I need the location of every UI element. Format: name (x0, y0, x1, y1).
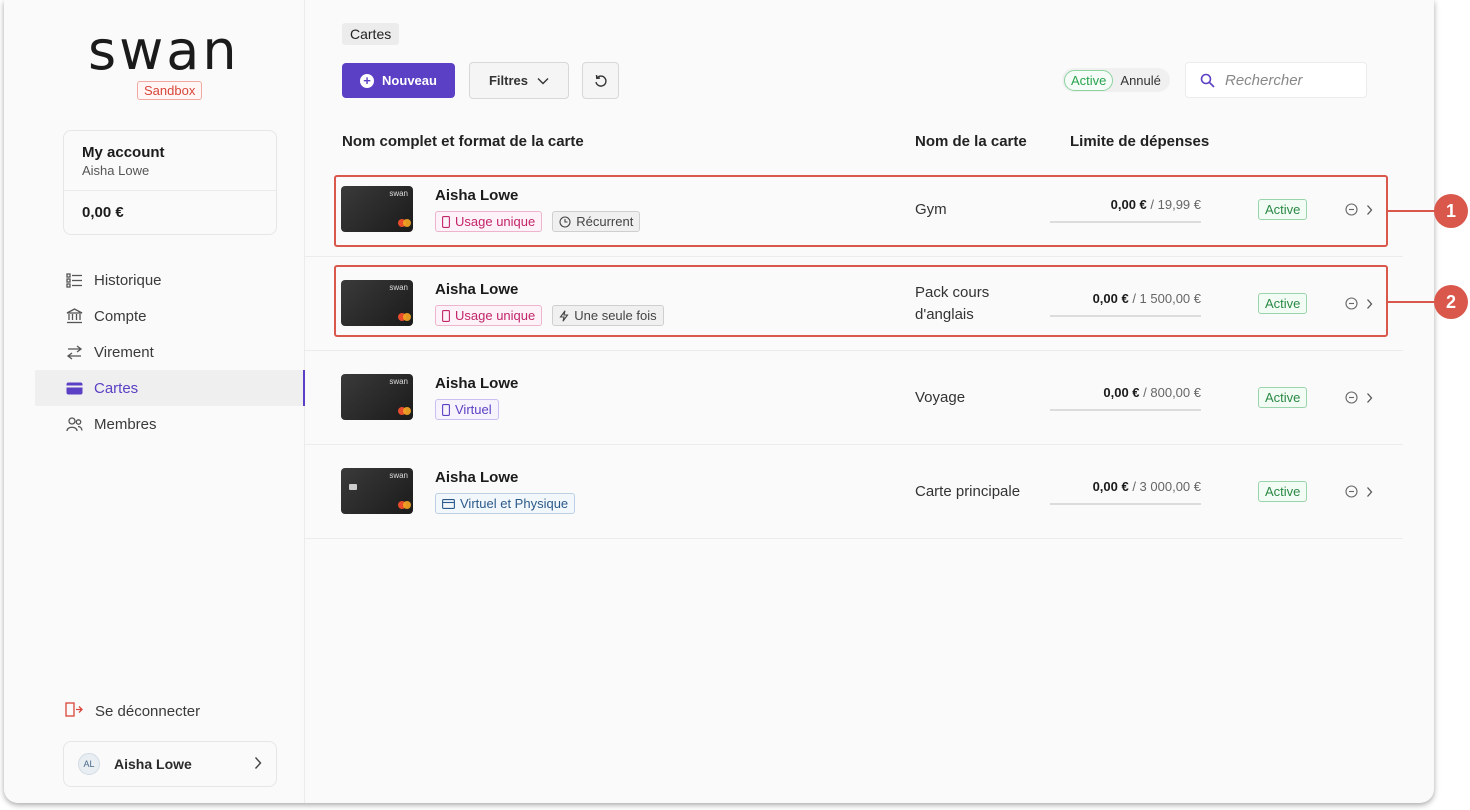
sidebar-item-membres[interactable]: Membres (35, 406, 305, 442)
highlight-box-2 (334, 265, 1388, 337)
card-brand: swan (389, 471, 408, 480)
status-cancelled-tab[interactable]: Annulé (1113, 71, 1167, 90)
callout-2: 2 (1434, 285, 1468, 319)
refresh-button[interactable] (582, 62, 619, 99)
sidebar-item-label: Compte (94, 307, 147, 325)
status-badge: Active (1258, 387, 1308, 408)
tag-virtual: Virtuel (435, 399, 499, 420)
status-badge: Active (1258, 481, 1308, 502)
card-icon (442, 498, 455, 509)
search-input[interactable]: Rechercher (1185, 62, 1367, 98)
plus-icon: + (360, 73, 375, 88)
new-card-label: Nouveau (382, 73, 437, 88)
row-actions (1345, 391, 1373, 404)
sidebar-item-label: Cartes (94, 379, 139, 397)
sidebar-item-historique[interactable]: Historique (35, 262, 305, 298)
column-header-card-name: Nom de la carte (915, 133, 1027, 150)
card-tags: Virtuel (435, 399, 499, 420)
card-name: Carte principale (915, 483, 1021, 500)
limit-amount: / 800,00 € (1139, 385, 1201, 400)
list-icon (66, 272, 83, 289)
user-menu[interactable]: AL Aisha Lowe (63, 741, 277, 787)
breadcrumb: Cartes (342, 23, 400, 45)
account-holder: Aisha Lowe (82, 163, 150, 178)
transfer-icon (66, 344, 83, 361)
search-icon (1200, 73, 1215, 88)
search-placeholder: Rechercher (1225, 71, 1303, 89)
account-balance: 0,00 € (82, 204, 124, 221)
spent-amount: 0,00 € (1103, 385, 1140, 400)
cancel-card-icon[interactable] (1345, 485, 1358, 498)
logout-icon (65, 702, 83, 721)
callout-1: 1 (1434, 194, 1468, 228)
filters-button[interactable]: Filtres (469, 62, 569, 99)
column-header-limit: Limite de dépenses (1070, 133, 1210, 150)
bank-icon (66, 308, 83, 325)
logout-button[interactable]: Se déconnecter (65, 702, 200, 721)
account-title: My account (82, 144, 165, 161)
chip-icon (349, 484, 357, 490)
members-icon (66, 416, 83, 433)
callout-line-2 (1388, 301, 1438, 303)
swan-logo: swan (88, 19, 240, 82)
sidebar-item-label: Membres (94, 415, 157, 433)
sidebar-item-cartes[interactable]: Cartes (35, 370, 305, 406)
spending-limit: 0,00 € / 800,00 € (1050, 385, 1201, 400)
main-content: Cartes + Nouveau Filtres Active Annulé R… (305, 0, 1434, 803)
sidebar: swan Sandbox My account Aisha Lowe 0,00 … (4, 0, 305, 803)
spending-limit: 0,00 € / 3 000,00 € (1050, 479, 1201, 494)
mastercard-icon (403, 501, 411, 509)
sidebar-item-label: Virement (94, 343, 154, 361)
app-window: swan Sandbox My account Aisha Lowe 0,00 … (4, 0, 1434, 803)
spending-progress (1050, 409, 1201, 411)
sidebar-item-virement[interactable]: Virement (35, 334, 305, 370)
refresh-icon (594, 74, 608, 88)
filters-label: Filtres (488, 73, 528, 88)
table-row[interactable]: swan Aisha Lowe Virtuel et Physique Cart… (305, 445, 1403, 539)
tag-virtual-physical: Virtuel et Physique (435, 493, 576, 514)
spending-progress (1050, 503, 1201, 505)
mastercard-icon (403, 407, 411, 415)
chevron-right-icon[interactable] (1366, 486, 1373, 498)
divider (64, 190, 276, 191)
row-actions (1345, 485, 1373, 498)
card-tags: Virtuel et Physique (435, 493, 576, 514)
card-brand: swan (389, 377, 408, 386)
tag-label: Virtuel et Physique (460, 496, 569, 511)
card-holder: Aisha Lowe (435, 375, 519, 392)
new-card-button[interactable]: + Nouveau (342, 63, 455, 98)
callout-line-1 (1388, 210, 1438, 212)
sidebar-item-compte[interactable]: Compte (35, 298, 305, 334)
sidebar-item-label: Historique (94, 271, 162, 289)
table-row[interactable]: swan Aisha Lowe Virtuel Voyage 0,00 € / … (305, 351, 1403, 445)
avatar: AL (78, 753, 100, 775)
spent-amount: 0,00 € (1092, 479, 1129, 494)
user-name: Aisha Lowe (114, 756, 192, 772)
status-toggle: Active Annulé (1062, 68, 1170, 92)
column-header-holder: Nom complet et format de la carte (342, 133, 584, 150)
phone-icon (442, 403, 450, 416)
chevron-down-icon (537, 77, 549, 85)
logout-label: Se déconnecter (95, 703, 201, 720)
card-thumbnail: swan (341, 374, 413, 420)
limit-amount: / 3 000,00 € (1128, 479, 1201, 494)
highlight-box-1 (334, 175, 1388, 247)
cancel-card-icon[interactable] (1345, 391, 1358, 404)
chevron-right-icon[interactable] (1366, 392, 1373, 404)
status-active-tab[interactable]: Active (1064, 69, 1114, 91)
tag-label: Virtuel (455, 402, 492, 417)
card-icon (66, 380, 83, 397)
card-name: Voyage (915, 389, 966, 406)
sidebar-nav: Historique Compte Virement Cartes Membre… (35, 262, 305, 442)
sandbox-badge: Sandbox (137, 81, 203, 100)
card-thumbnail: swan (341, 468, 413, 514)
chevron-right-icon (254, 756, 262, 775)
account-card[interactable]: My account Aisha Lowe 0,00 € (63, 130, 277, 235)
card-holder: Aisha Lowe (435, 469, 519, 486)
